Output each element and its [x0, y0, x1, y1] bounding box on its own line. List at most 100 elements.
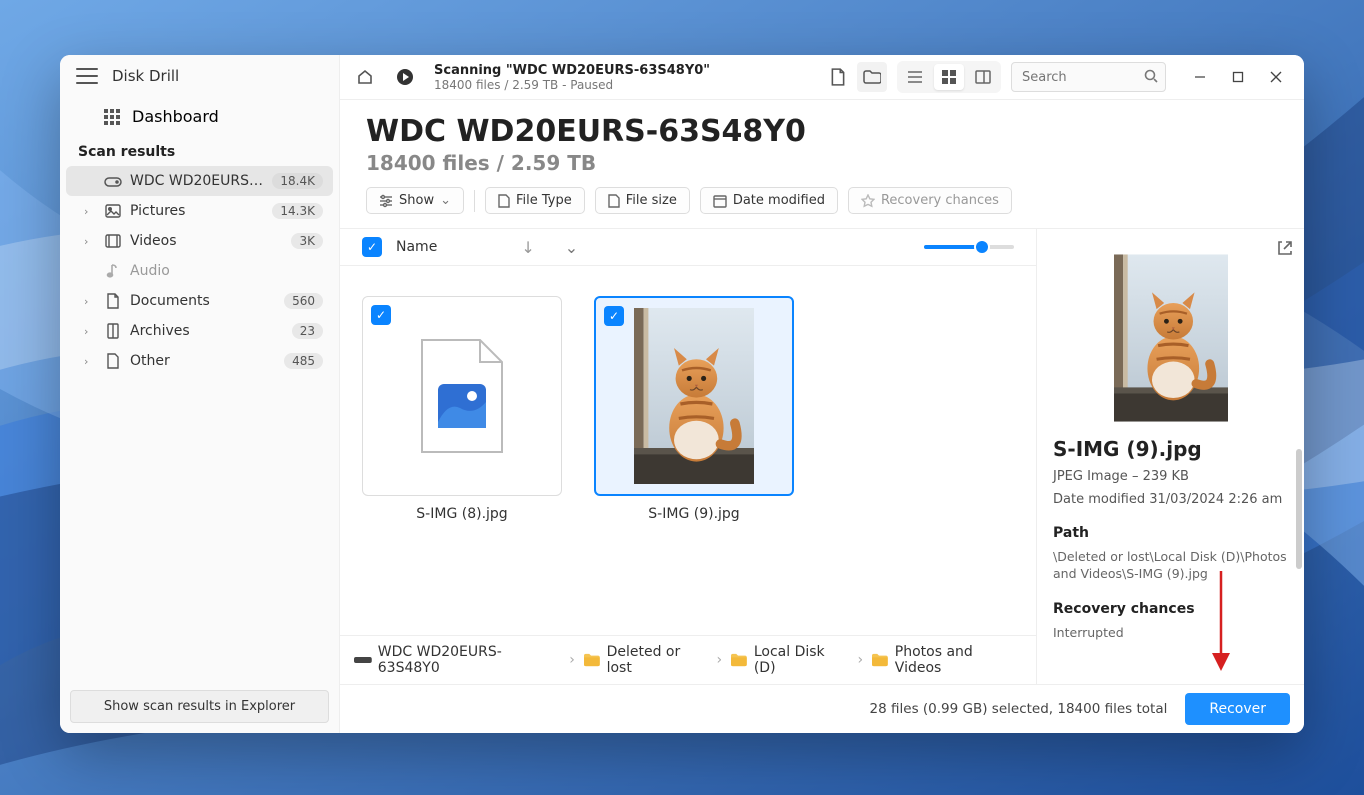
page-title: WDC WD20EURS-63S48Y0	[366, 114, 1278, 149]
tree-item-drive[interactable]: WDC WD20EURS-63S4... 18.4K	[66, 166, 333, 196]
blank-arrow	[84, 175, 96, 188]
details-path-value: \Deleted or lost\Local Disk (D)\Photos a…	[1053, 549, 1288, 583]
titlebar: Scanning "WDC WD20EURS-63S48Y0" 18400 fi…	[340, 55, 1304, 100]
tree-count: 485	[284, 353, 323, 369]
tree-count: 23	[292, 323, 323, 339]
blank-arrow	[84, 265, 96, 278]
drive-icon	[104, 174, 122, 188]
sidebar-section-label: Scan results	[60, 134, 339, 166]
tree-item-archives[interactable]: › Archives 23	[66, 316, 333, 346]
breadcrumb-item[interactable]: Local Disk (D)	[730, 644, 849, 676]
show-in-explorer-button[interactable]: Show scan results in Explorer	[70, 690, 329, 723]
tree-item-audio[interactable]: Audio	[66, 256, 333, 286]
tree-label: Archives	[130, 323, 284, 339]
file-checkbox[interactable]: ✓	[604, 306, 624, 326]
scrollbar[interactable]	[1296, 449, 1302, 569]
results-grid: ✓ Name ↓ ⌄ ✓	[340, 229, 1036, 684]
tree-label: Pictures	[130, 203, 264, 219]
show-filter-button[interactable]: Show ⌄	[366, 187, 464, 214]
file-checkbox[interactable]: ✓	[371, 305, 391, 325]
file-icon	[498, 194, 510, 208]
folder-icon	[583, 653, 601, 667]
file-mode-icon[interactable]	[823, 62, 853, 92]
chevron-right-icon: ›	[569, 652, 575, 668]
app-window: Disk Drill Dashboard Scan results WDC WD…	[60, 55, 1304, 733]
filter-label: File size	[626, 193, 677, 208]
thumbnail-preview	[619, 308, 769, 484]
open-external-icon[interactable]	[1276, 239, 1294, 257]
archive-icon	[104, 323, 122, 339]
file-name: S-IMG (9).jpg	[648, 506, 739, 522]
file-card[interactable]: ✓ S-IMG (9).jpg	[594, 296, 794, 522]
selection-status: 28 files (0.99 GB) selected, 18400 files…	[870, 701, 1168, 717]
filters-row: Show ⌄ File Type File size Date modified…	[340, 187, 1304, 228]
breadcrumb-item[interactable]: Photos and Videos	[871, 644, 1022, 676]
recover-button[interactable]: Recover	[1185, 693, 1290, 725]
sort-down-icon[interactable]: ↓	[521, 238, 534, 257]
date-filter-button[interactable]: Date modified	[700, 187, 838, 214]
split-view-icon[interactable]	[968, 64, 998, 90]
file-icon	[608, 194, 620, 208]
tree-item-documents[interactable]: › Documents 560	[66, 286, 333, 316]
expand-icon[interactable]: ›	[84, 325, 96, 338]
expand-icon[interactable]: ›	[84, 235, 96, 248]
expand-icon[interactable]: ›	[84, 295, 96, 308]
breadcrumb-item[interactable]: WDC WD20EURS-63S48Y0	[354, 644, 561, 676]
video-icon	[104, 234, 122, 248]
tree-label: Other	[130, 353, 276, 369]
filesize-filter-button[interactable]: File size	[595, 187, 690, 214]
chevron-down-icon: ⌄	[440, 193, 451, 208]
hamburger-menu-icon[interactable]	[76, 68, 98, 84]
grid-view-icon[interactable]	[934, 64, 964, 90]
nav-dashboard[interactable]: Dashboard	[60, 99, 339, 134]
sliders-icon	[379, 194, 393, 208]
select-all-checkbox[interactable]: ✓	[362, 237, 382, 257]
filter-label: Recovery chances	[881, 193, 999, 208]
maximize-icon[interactable]	[1220, 63, 1256, 91]
drive-icon	[354, 655, 372, 665]
thumbnail-zoom-slider[interactable]	[924, 245, 1014, 249]
home-icon[interactable]	[350, 62, 380, 92]
minimize-icon[interactable]	[1182, 63, 1218, 91]
grid-header: ✓ Name ↓ ⌄	[340, 229, 1036, 266]
details-path-label: Path	[1053, 525, 1288, 541]
tree-count: 14.3K	[272, 203, 323, 219]
folder-icon	[871, 653, 889, 667]
details-date: Date modified 31/03/2024 2:26 am	[1053, 492, 1288, 507]
file-card[interactable]: ✓ S-IMG (8).jpg	[362, 296, 562, 522]
tree-item-videos[interactable]: › Videos 3K	[66, 226, 333, 256]
search-box	[1011, 62, 1166, 92]
list-view-icon[interactable]	[900, 64, 930, 90]
tree-label: Documents	[130, 293, 276, 309]
filter-label: Show	[399, 193, 434, 208]
filter-label: Date modified	[733, 193, 825, 208]
document-icon	[104, 293, 122, 309]
folder-icon	[730, 653, 748, 667]
other-icon	[104, 353, 122, 369]
details-type: JPEG Image – 239 KB	[1053, 469, 1288, 484]
tree-item-pictures[interactable]: › Pictures 14.3K	[66, 196, 333, 226]
play-resume-icon[interactable]	[390, 62, 420, 92]
expand-icon[interactable]: ›	[84, 205, 96, 218]
chevron-down-icon[interactable]: ⌄	[565, 238, 578, 257]
scan-subtitle: 18400 files / 2.59 TB - Paused	[434, 78, 710, 92]
nav-dashboard-label: Dashboard	[132, 107, 219, 126]
breadcrumb-item[interactable]: Deleted or lost	[583, 644, 709, 676]
tree-count: 18.4K	[272, 173, 323, 189]
filter-label: File Type	[516, 193, 572, 208]
tree-item-other[interactable]: › Other 485	[66, 346, 333, 376]
details-thumbnail	[1114, 253, 1228, 423]
expand-icon[interactable]: ›	[84, 355, 96, 368]
filetype-filter-button[interactable]: File Type	[485, 187, 585, 214]
recovery-filter-button[interactable]: Recovery chances	[848, 187, 1012, 214]
tree-label: Audio	[130, 263, 323, 279]
tree-count: 3K	[291, 233, 323, 249]
column-name[interactable]: Name	[396, 239, 437, 255]
folder-mode-icon[interactable]	[857, 62, 887, 92]
close-icon[interactable]	[1258, 63, 1294, 91]
file-name: S-IMG (8).jpg	[416, 506, 507, 522]
tree-label: Videos	[130, 233, 283, 249]
tree-count: 560	[284, 293, 323, 309]
search-input[interactable]	[1011, 62, 1166, 92]
sidebar: Disk Drill Dashboard Scan results WDC WD…	[60, 55, 340, 733]
